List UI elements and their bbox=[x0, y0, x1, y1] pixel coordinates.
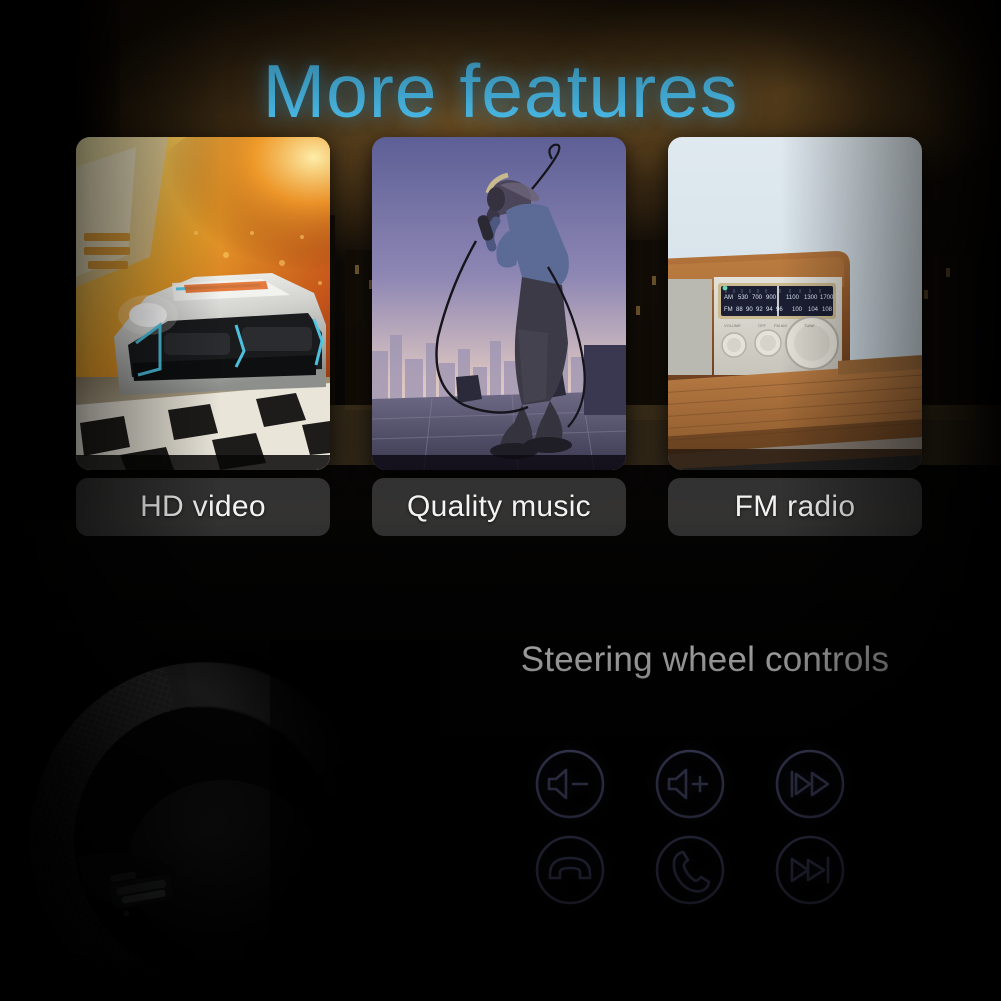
next-track-icon[interactable] bbox=[774, 834, 846, 906]
feature-card-hd-video[interactable]: HD video bbox=[76, 137, 330, 536]
answer-call-icon[interactable] bbox=[654, 834, 726, 906]
steering-controls-title: Steering wheel controls bbox=[520, 640, 890, 679]
svg-text:1300: 1300 bbox=[804, 295, 818, 301]
feature-caption-fm-radio: FM radio bbox=[668, 478, 922, 536]
svg-text:FM: FM bbox=[724, 307, 733, 313]
steering-controls-row-top bbox=[534, 748, 884, 820]
svg-text:92: 92 bbox=[756, 307, 763, 313]
feature-caption-quality-music: Quality music bbox=[372, 478, 626, 536]
volume-up-icon[interactable] bbox=[654, 748, 726, 820]
feature-card-fm-radio[interactable]: AM 530 700 900 1100 1300 1700 FM 88 90 92 94 96… bbox=[668, 137, 922, 536]
feature-label: HD video bbox=[140, 490, 266, 523]
svg-text:900: 900 bbox=[766, 295, 777, 301]
previous-track-icon[interactable] bbox=[774, 748, 846, 820]
steering-controls-grid bbox=[534, 748, 884, 920]
feature-caption-hd-video: HD video bbox=[76, 478, 330, 536]
svg-text:94: 94 bbox=[766, 307, 773, 313]
svg-text:AM: AM bbox=[724, 295, 733, 301]
singer-with-headphones-rooftop-image bbox=[372, 137, 626, 470]
svg-text:VOLUME: VOLUME bbox=[724, 323, 741, 328]
svg-text:1700: 1700 bbox=[820, 295, 834, 301]
volume-down-icon[interactable] bbox=[534, 748, 606, 820]
svg-text:90: 90 bbox=[746, 307, 753, 313]
svg-text:88: 88 bbox=[736, 307, 743, 313]
vintage-wooden-radio-image: AM 530 700 900 1100 1300 1700 FM 88 90 92 94 96… bbox=[668, 137, 922, 470]
svg-text:1100: 1100 bbox=[786, 295, 800, 301]
svg-text:108: 108 bbox=[822, 307, 833, 313]
svg-text:104: 104 bbox=[808, 307, 819, 313]
feature-card-quality-music[interactable]: Quality music bbox=[372, 137, 626, 536]
racing-game-car-explosion-image bbox=[76, 137, 330, 470]
promo-banner: More features HD video Quality music AM … bbox=[0, 0, 1001, 1001]
feature-label: FM radio bbox=[734, 490, 856, 523]
svg-text:96: 96 bbox=[776, 307, 783, 313]
svg-text:100: 100 bbox=[792, 307, 803, 313]
svg-text:530: 530 bbox=[738, 295, 749, 301]
svg-text:TUNE: TUNE bbox=[804, 323, 815, 328]
svg-text:OFF: OFF bbox=[758, 323, 767, 328]
steering-controls-row-bottom bbox=[534, 834, 884, 906]
car-steering-wheel-image bbox=[20, 640, 440, 1001]
hang-up-icon[interactable] bbox=[534, 834, 606, 906]
svg-text:700: 700 bbox=[752, 295, 763, 301]
feature-card-list: HD video Quality music AM 530 700 900 11… bbox=[0, 0, 1001, 560]
svg-text:FM AM: FM AM bbox=[774, 323, 787, 328]
feature-label: Quality music bbox=[407, 490, 591, 523]
